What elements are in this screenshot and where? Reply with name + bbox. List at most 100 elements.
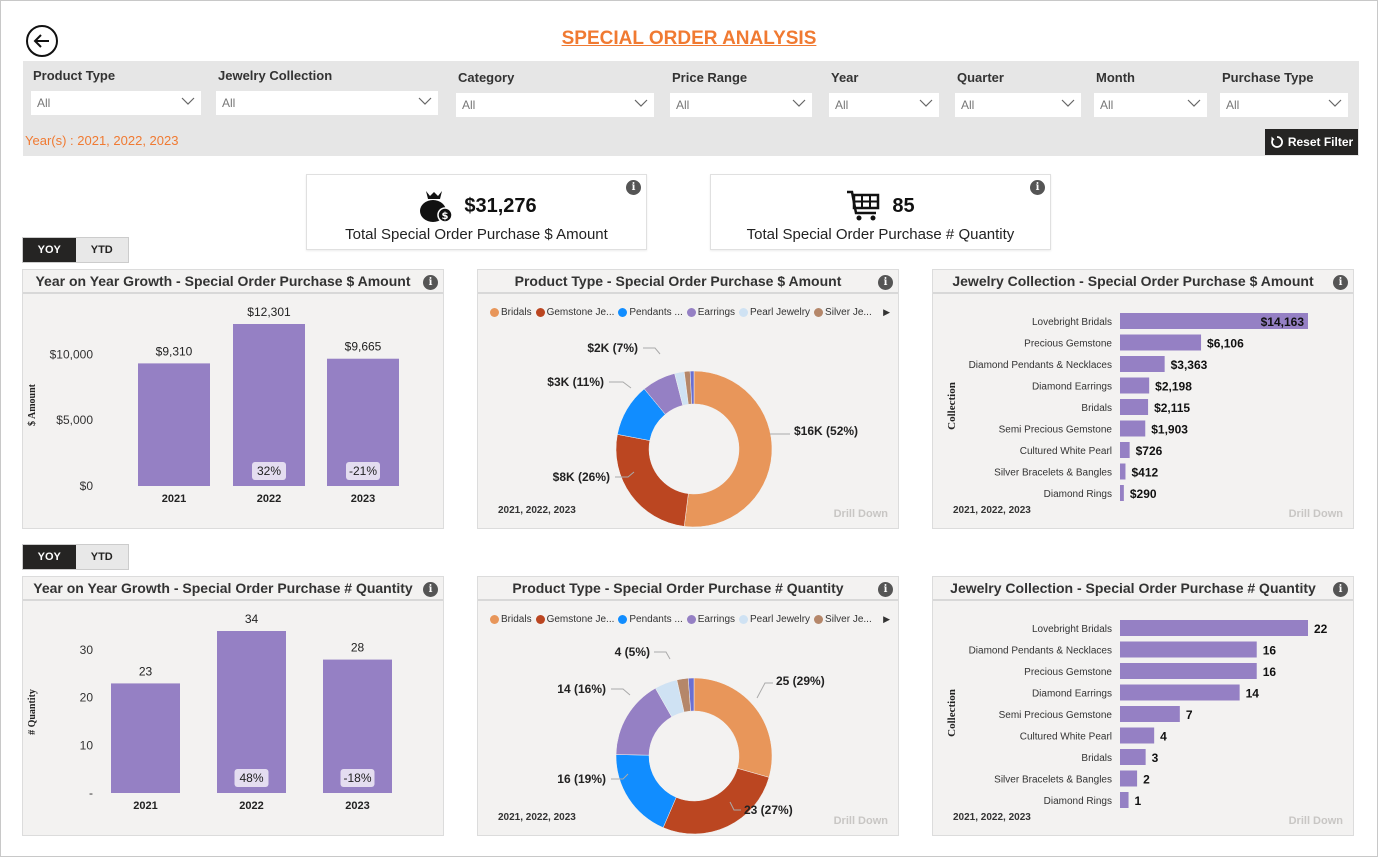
- quarter-dropdown[interactable]: All: [955, 93, 1081, 117]
- yoy-tab[interactable]: YOY: [23, 545, 76, 569]
- kpi-label: Total Special Order Purchase # Quantity: [746, 226, 1015, 243]
- category-label: Precious Gemstone: [1024, 667, 1112, 678]
- bar-value-label: $2,115: [1154, 401, 1190, 415]
- month-dropdown[interactable]: All: [1094, 93, 1207, 117]
- y-tick-label: 10: [80, 738, 94, 752]
- bar: [1120, 684, 1240, 701]
- leader-line: [609, 381, 632, 389]
- drill-down-button[interactable]: Drill Down: [834, 508, 888, 520]
- bar: [1120, 334, 1202, 351]
- bar-value-label: $290: [1130, 487, 1157, 501]
- info-icon[interactable]: i: [1333, 582, 1348, 597]
- selected-years-note: Year(s) : 2021, 2022, 2023: [25, 133, 179, 148]
- growth-label: -21%: [349, 464, 377, 478]
- info-icon[interactable]: i: [878, 582, 893, 597]
- filter-label: Purchase Type: [1222, 70, 1314, 85]
- category-label: Diamond Earrings: [1032, 382, 1112, 393]
- reset-filter-button[interactable]: Reset Filter: [1265, 129, 1358, 155]
- years-footer: 2021, 2022, 2023: [498, 812, 576, 823]
- bar: [1120, 442, 1130, 458]
- data-label: $16K (52%): [794, 424, 858, 438]
- donut-slice: [615, 754, 677, 828]
- product-quantity-panel: Product Type - Special Order Purchase # …: [477, 576, 899, 836]
- bar-value-label: 16: [1263, 644, 1277, 658]
- yoy-ytd-toggle-quantity: YOY YTD: [22, 544, 129, 570]
- chevron-down-icon: [634, 99, 648, 107]
- bar-value-label: 2: [1143, 773, 1150, 787]
- leader-line: [643, 347, 661, 355]
- x-tick-label: 2023: [345, 800, 369, 812]
- bar-value-label: $412: [1131, 466, 1158, 480]
- chevron-down-icon: [1328, 99, 1342, 107]
- bar-value-label: 7: [1186, 708, 1193, 722]
- info-icon[interactable]: i: [878, 275, 893, 290]
- ytd-tab[interactable]: YTD: [75, 238, 128, 262]
- product-type-dropdown[interactable]: All: [31, 91, 201, 115]
- product-quantity-donut: 25 (29%) 23 (27%) 16 (19%) 14 (16%) 4 (5%): [557, 645, 825, 835]
- category-label: Cultured White Pearl: [1020, 732, 1112, 743]
- category-label: Semi Precious Gemstone: [999, 710, 1113, 721]
- bar: [1120, 663, 1257, 679]
- year-dropdown[interactable]: All: [829, 93, 939, 117]
- panel-title: Product Type - Special Order Purchase # …: [478, 577, 898, 601]
- dropdown-value: All: [961, 98, 975, 112]
- yoy-tab[interactable]: YOY: [23, 238, 76, 262]
- donut-slice: [615, 434, 689, 527]
- drill-down-button[interactable]: Drill Down: [1289, 508, 1343, 520]
- data-label: $3K (11%): [547, 375, 604, 389]
- donut-slice: [662, 768, 770, 835]
- category-label: Silver Bracelets & Bangles: [994, 468, 1112, 479]
- category-label: Diamond Pendants & Necklaces: [969, 646, 1112, 657]
- bar: [1120, 485, 1124, 501]
- bar-value-label: 34: [245, 612, 259, 626]
- x-tick-label: 2022: [239, 800, 263, 812]
- chevron-down-icon: [418, 97, 432, 105]
- yoy-ytd-toggle-amount: YOY YTD: [22, 237, 129, 263]
- purchase-type-dropdown[interactable]: All: [1220, 93, 1348, 117]
- dropdown-value: All: [835, 98, 849, 112]
- category-label: Bridals: [1081, 403, 1112, 414]
- bar-value-label: 28: [351, 641, 365, 655]
- bar-value-label: 23: [139, 664, 153, 678]
- bar: [1120, 463, 1126, 480]
- category-label: Diamond Pendants & Necklaces: [969, 360, 1112, 371]
- collection-quantity-chart: Collection Lovebright Bridals 22 Diamond Pe…: [946, 620, 1328, 808]
- bar: [1120, 620, 1308, 636]
- bar-value-label: $9,310: [156, 344, 193, 358]
- svg-text:$: $: [442, 211, 449, 222]
- data-label: $8K (26%): [553, 470, 610, 484]
- price-range-dropdown[interactable]: All: [670, 93, 812, 117]
- bar-value-label: 16: [1263, 665, 1277, 679]
- bar: [217, 631, 286, 793]
- collection-quantity-panel: Jewelry Collection - Special Order Purch…: [932, 576, 1354, 836]
- data-label: 23 (27%): [744, 803, 793, 817]
- category-label: Silver Bracelets & Bangles: [994, 775, 1112, 786]
- drill-down-button[interactable]: Drill Down: [834, 815, 888, 827]
- info-icon[interactable]: i: [423, 275, 438, 290]
- bar: [1120, 792, 1129, 808]
- x-tick-label: 2023: [351, 493, 375, 505]
- bar-value-label: $726: [1136, 444, 1163, 458]
- bar-value-label: $9,665: [345, 340, 382, 354]
- category-dropdown[interactable]: All: [456, 93, 654, 117]
- chevron-down-icon: [919, 99, 933, 107]
- collection-amount-chart: Collection Lovebright Bridals $14,163 Preci…: [946, 313, 1308, 501]
- bar-value-label: 22: [1314, 622, 1328, 636]
- data-label: 14 (16%): [557, 682, 606, 696]
- y-axis-label: $ Amount: [27, 383, 38, 426]
- panel-title: Product Type - Special Order Purchase $ …: [478, 270, 898, 294]
- jewelry-collection-dropdown[interactable]: All: [216, 91, 438, 115]
- filter-bar: Product Type All Jewelry Collection All …: [23, 61, 1359, 156]
- panel-title: Jewelry Collection - Special Order Purch…: [933, 577, 1353, 601]
- filter-label: Month: [1096, 70, 1135, 85]
- growth-label: 32%: [257, 464, 281, 478]
- bar-value-label: $12,301: [247, 305, 291, 319]
- info-icon[interactable]: i: [1333, 275, 1348, 290]
- ytd-tab[interactable]: YTD: [75, 545, 128, 569]
- x-tick-label: 2021: [162, 493, 186, 505]
- bar-value-label: $3,363: [1171, 358, 1208, 372]
- panel-title: Jewelry Collection - Special Order Purch…: [933, 270, 1353, 294]
- info-icon[interactable]: i: [423, 582, 438, 597]
- drill-down-button[interactable]: Drill Down: [1289, 815, 1343, 827]
- reset-icon: [1270, 136, 1283, 148]
